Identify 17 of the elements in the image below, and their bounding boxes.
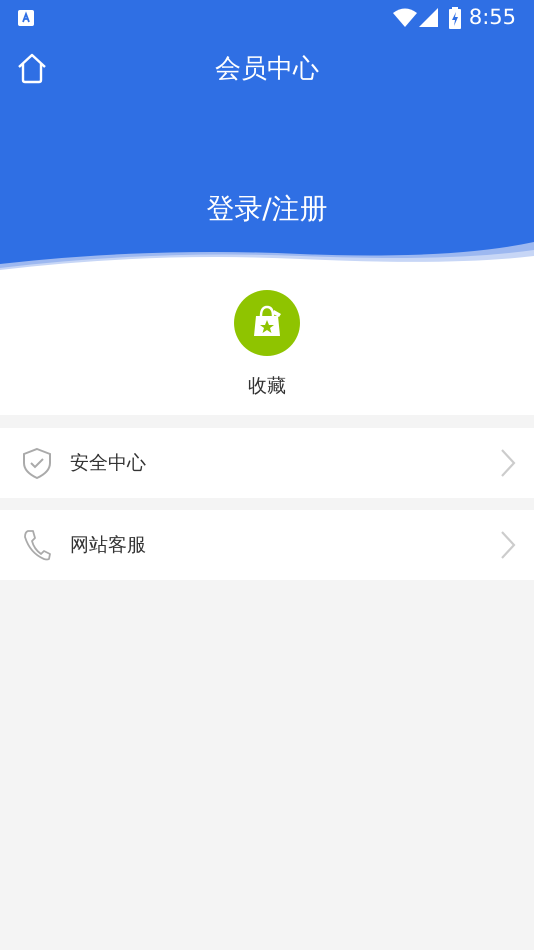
shortcut-label[interactable]: 收藏 xyxy=(248,372,286,400)
phone-icon xyxy=(22,529,52,561)
home-icon[interactable] xyxy=(16,52,48,84)
clock-time: 8:55 xyxy=(468,4,516,32)
menu-row[interactable]: 网站客服 xyxy=(0,510,534,580)
menu-row[interactable]: 安全中心 xyxy=(0,428,534,498)
menu-label: 安全中心 xyxy=(70,450,147,476)
chevron-right-icon xyxy=(500,448,516,478)
battery-icon xyxy=(448,7,461,29)
signal-icon xyxy=(418,8,439,28)
chevron-right-icon xyxy=(500,530,516,560)
shield-check-icon xyxy=(22,447,52,479)
page-title: 会员中心 xyxy=(215,53,319,86)
keyboard-notification-icon xyxy=(18,10,34,26)
wifi-icon xyxy=(392,8,417,28)
menu-label: 网站客服 xyxy=(70,532,147,558)
login-register-link[interactable]: 登录/注册 xyxy=(206,188,328,230)
